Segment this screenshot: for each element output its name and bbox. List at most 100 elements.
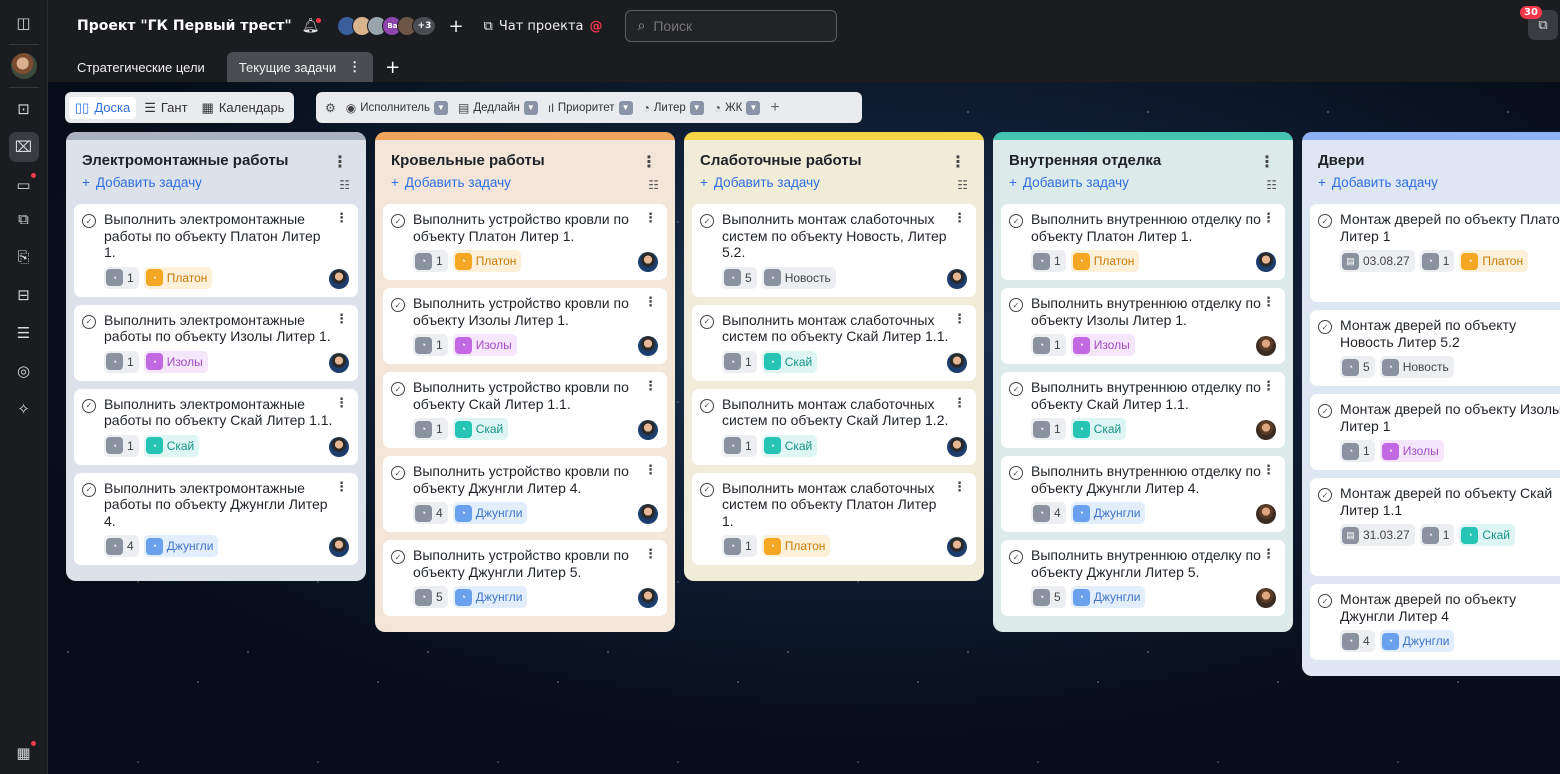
more-icon[interactable]: ⋮ [953, 480, 966, 495]
more-icon[interactable]: ⋮ [332, 152, 348, 171]
task-card[interactable]: ✓ Монтаж дверей по объекту Платон Литер 1… [1310, 204, 1560, 302]
project-title[interactable]: Проект "ГК Первый трест" [77, 18, 292, 34]
assignee-avatar[interactable] [329, 436, 349, 457]
assignee-avatar[interactable] [1256, 588, 1276, 608]
check-icon[interactable]: ✓ [1009, 550, 1023, 564]
more-icon[interactable]: ⋮ [953, 211, 966, 226]
assignee-avatar[interactable] [947, 268, 967, 289]
check-icon[interactable]: ✓ [391, 466, 405, 480]
check-icon[interactable]: ✓ [1009, 214, 1023, 228]
bell-icon[interactable]: 🔔︎ [302, 18, 322, 34]
view-gantt-button[interactable]: ☰ Гант [138, 97, 193, 119]
task-card[interactable]: ✓ Выполнить внутреннюю отделку по объекту… [1001, 204, 1285, 280]
filter-deadline[interactable]: ▤ Дедлайн ▼ [455, 99, 541, 117]
more-icon[interactable]: ⋮ [953, 396, 966, 411]
more-icon[interactable]: ⋮ [644, 295, 657, 310]
task-card[interactable]: ✓ Выполнить устройство кровли по объекту … [383, 372, 667, 448]
group-icon[interactable]: ☷ [1266, 178, 1277, 192]
assignee-avatar[interactable] [329, 537, 349, 557]
tab-strategic-goals[interactable]: Стратегические цели [65, 52, 217, 82]
more-icon[interactable]: ⋮ [1259, 152, 1275, 171]
assignee-avatar[interactable] [638, 588, 658, 608]
task-card[interactable]: ✓ Выполнить внутреннюю отделку по объекту… [1001, 372, 1285, 448]
check-icon[interactable]: ✓ [1318, 594, 1332, 608]
task-card[interactable]: ✓ Выполнить монтаж слаботочных систем по … [692, 204, 976, 297]
rail-docs-icon[interactable]: ☰ [9, 318, 39, 348]
more-icon[interactable]: ⋮ [644, 379, 657, 394]
view-board-button[interactable]: ▯▯ Доска [69, 96, 137, 119]
sidebar-toggle-icon[interactable]: ◫ [9, 8, 39, 38]
add-task-button[interactable]: + Добавить задачу [391, 175, 659, 190]
task-card[interactable]: ✓ Выполнить внутреннюю отделку по объекту… [1001, 540, 1285, 616]
check-icon[interactable]: ✓ [1318, 488, 1332, 502]
more-icon[interactable]: ⋮ [335, 312, 348, 327]
more-icon[interactable]: ⋮ [335, 211, 348, 226]
tab-current-tasks[interactable]: Текущие задачи ⋮ [226, 52, 374, 82]
more-icon[interactable]: ⋮ [335, 396, 348, 411]
filter-priority[interactable]: ıl Приоритет ▼ [545, 99, 636, 117]
more-icon[interactable]: ⋮ [641, 152, 657, 171]
add-task-button[interactable]: + Добавить задачу [700, 175, 968, 190]
filter-assignee[interactable]: ◉ Исполнитель ▼ [343, 99, 451, 117]
check-icon[interactable]: ✓ [700, 482, 714, 497]
task-card[interactable]: ✓ Выполнить электромонтажные работы по об… [74, 472, 358, 565]
task-card[interactable]: ✓ Монтаж дверей по объекту Скай Литер 1.1… [1310, 478, 1560, 576]
task-card[interactable]: ✓ Выполнить электромонтажные работы по об… [74, 388, 358, 465]
assignee-avatar[interactable] [947, 352, 967, 373]
assignee-avatar[interactable] [638, 420, 658, 440]
more-icon[interactable]: ⋮ [1262, 379, 1275, 394]
assignee-avatar[interactable] [947, 537, 967, 557]
check-icon[interactable]: ✓ [1318, 320, 1332, 334]
rail-messages-icon[interactable]: ▭ [9, 170, 39, 200]
check-icon[interactable]: ✓ [700, 214, 714, 228]
assignee-avatar[interactable] [1256, 252, 1276, 272]
rail-dashboard-icon[interactable]: ⊡ [9, 94, 39, 124]
filter-liter[interactable]: ◔ Литер ▼ [640, 99, 707, 117]
more-icon[interactable]: ⋮ [335, 480, 348, 495]
task-card[interactable]: ✓ Монтаж дверей по объекту Изолы Литер 1 … [1310, 394, 1560, 470]
search-box[interactable]: ⌕ [624, 10, 837, 42]
task-card[interactable]: ✓ Выполнить монтаж слаботочных систем по … [692, 304, 976, 381]
assignee-avatar[interactable] [1256, 504, 1276, 524]
check-icon[interactable]: ✓ [700, 398, 714, 413]
task-card[interactable]: ✓ Выполнить электромонтажные работы по об… [74, 304, 358, 381]
assignee-avatar[interactable] [329, 268, 349, 289]
rail-tasks-icon[interactable]: ⎘ [9, 242, 39, 272]
group-icon[interactable]: ☷ [339, 178, 350, 192]
task-card[interactable]: ✓ Выполнить устройство кровли по объекту … [383, 540, 667, 616]
rail-support-icon[interactable]: ◎ [9, 356, 39, 386]
task-card[interactable]: ✓ Выполнить электромонтажные работы по об… [74, 204, 358, 297]
check-icon[interactable]: ✓ [391, 298, 405, 312]
task-card[interactable]: ✓ Выполнить устройство кровли по объекту … [383, 456, 667, 532]
assignee-avatar[interactable] [1256, 420, 1276, 440]
rail-monitor-icon[interactable]: ⊟ [9, 280, 39, 310]
task-card[interactable]: ✓ Выполнить устройство кровли по объекту … [383, 204, 667, 280]
assignee-avatar[interactable] [638, 336, 658, 356]
more-icon[interactable]: ⋮ [644, 547, 657, 562]
check-icon[interactable]: ✓ [82, 482, 96, 497]
task-card[interactable]: ✓ Выполнить внутреннюю отделку по объекту… [1001, 288, 1285, 364]
add-tab-icon[interactable]: + [385, 57, 400, 78]
check-icon[interactable]: ✓ [1318, 404, 1332, 418]
check-icon[interactable]: ✓ [391, 382, 405, 396]
check-icon[interactable]: ✓ [1318, 214, 1332, 228]
check-icon[interactable]: ✓ [1009, 382, 1023, 396]
more-icon[interactable]: ⋮ [950, 152, 966, 171]
assignee-avatar[interactable] [638, 504, 658, 524]
more-icon[interactable]: ⋮ [644, 463, 657, 478]
task-card[interactable]: ✓ Выполнить монтаж слаботочных систем по … [692, 472, 976, 565]
check-icon[interactable]: ✓ [700, 314, 714, 329]
group-icon[interactable]: ☷ [957, 178, 968, 192]
group-icon[interactable]: ☷ [648, 178, 659, 192]
check-icon[interactable]: ✓ [1009, 298, 1023, 312]
more-icon[interactable]: ⋮ [1262, 295, 1275, 310]
task-card[interactable]: ✓ Выполнить устройство кровли по объекту … [383, 288, 667, 364]
assignee-avatar[interactable] [329, 352, 349, 373]
user-avatar[interactable] [9, 51, 39, 81]
more-icon[interactable]: ⋮ [644, 211, 657, 226]
project-chat-button[interactable]: ⧉ Чат проекта @ [484, 19, 603, 34]
search-input[interactable] [653, 18, 804, 34]
add-task-button[interactable]: + Добавить задачу [1009, 175, 1277, 190]
add-filter-icon[interactable]: + [767, 97, 782, 119]
view-calendar-button[interactable]: ▦ Календарь [196, 97, 291, 119]
